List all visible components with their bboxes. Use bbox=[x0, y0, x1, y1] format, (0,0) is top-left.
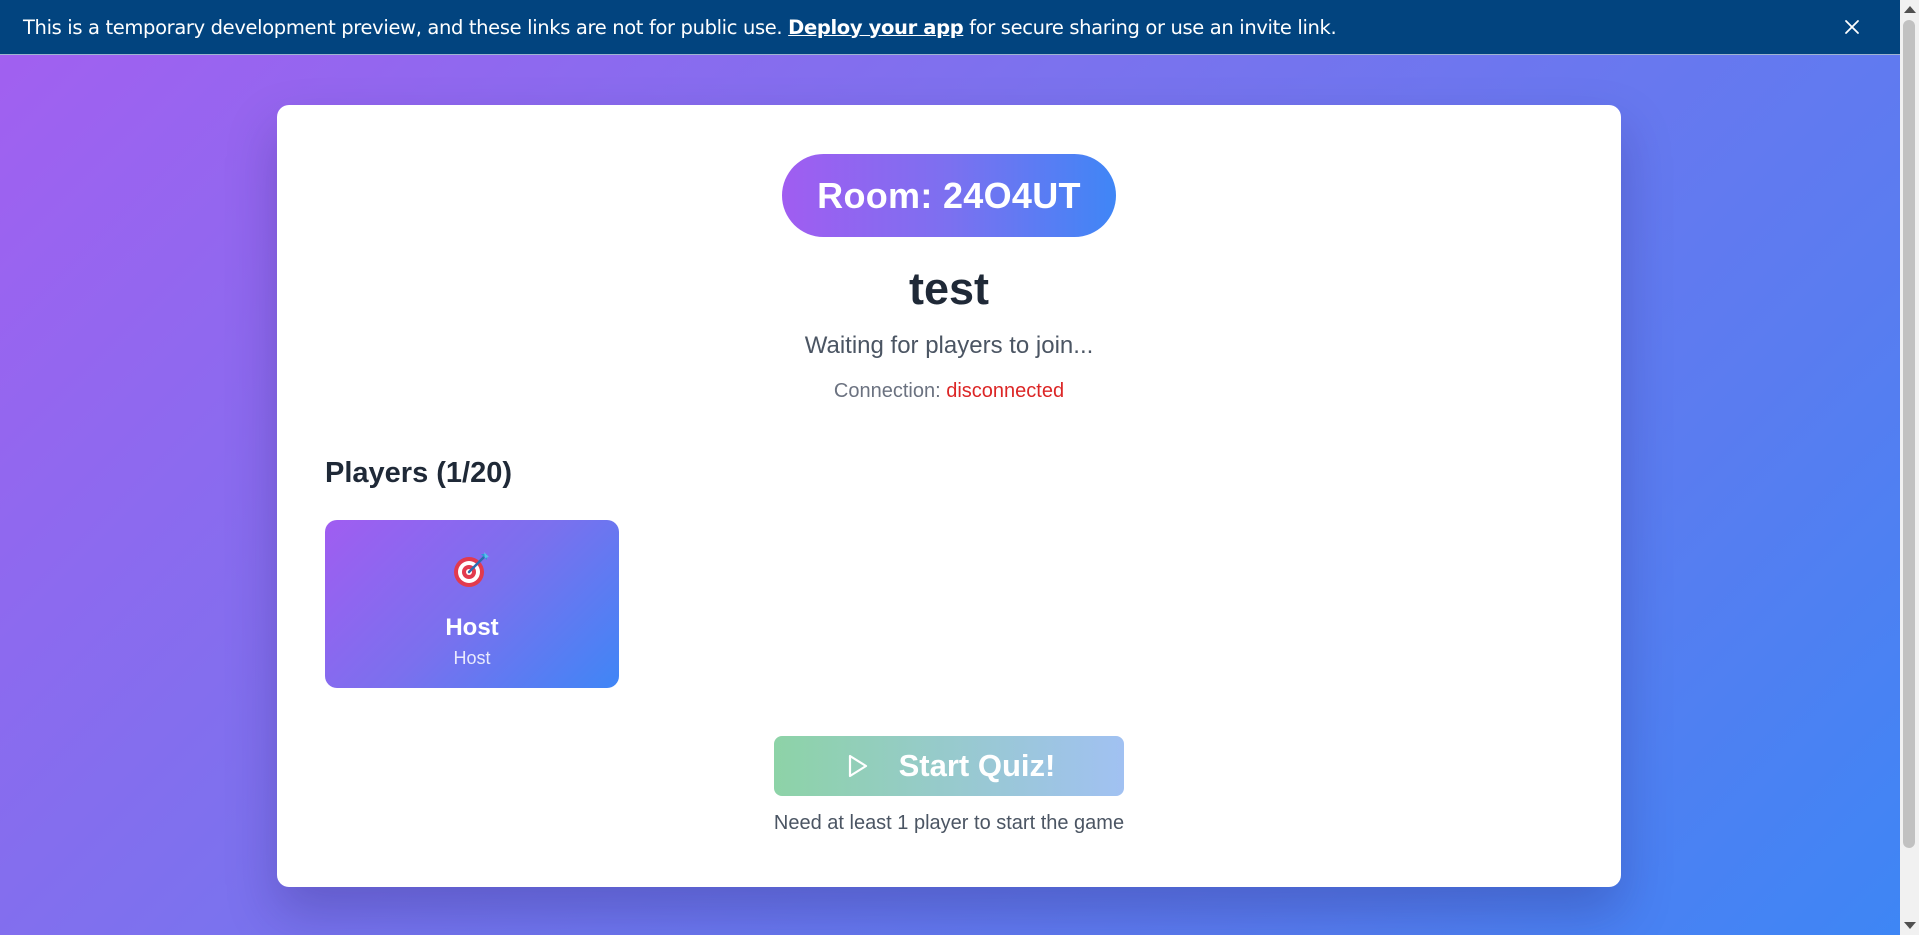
scroll-up-arrow-icon[interactable] bbox=[1904, 6, 1916, 13]
page-scrollbar[interactable] bbox=[1900, 0, 1919, 935]
banner-text-before: This is a temporary development preview,… bbox=[23, 15, 789, 39]
quiz-title: test bbox=[908, 263, 990, 314]
player-role: Host bbox=[453, 648, 491, 668]
scrollbar-thumb[interactable] bbox=[1903, 20, 1915, 848]
start-requirement-hint: Need at least 1 player to start the game bbox=[773, 812, 1125, 834]
banner-text-after: for secure sharing or use an invite link… bbox=[963, 15, 1337, 39]
banner-close-button[interactable] bbox=[1836, 11, 1868, 43]
start-quiz-button[interactable]: Start Quiz! bbox=[774, 736, 1124, 796]
connection-label: Connection: bbox=[833, 380, 947, 402]
connection-state: disconnected bbox=[946, 380, 1065, 402]
player-name: Host bbox=[445, 614, 499, 641]
close-icon bbox=[1845, 20, 1859, 34]
dart-target-icon bbox=[454, 552, 489, 587]
player-card: Host Host bbox=[325, 520, 619, 688]
scroll-down-arrow-icon[interactable] bbox=[1904, 922, 1916, 929]
waiting-status: Waiting for players to join... bbox=[804, 332, 1094, 359]
deploy-app-link[interactable]: Deploy your app bbox=[788, 16, 964, 39]
room-code-badge: Room: 24O4UT bbox=[782, 154, 1116, 237]
players-heading: Players (1/20) bbox=[325, 457, 513, 489]
dev-preview-banner: This is a temporary development preview,… bbox=[0, 0, 1900, 55]
connection-status: Connection: disconnected bbox=[277, 380, 1621, 403]
play-icon bbox=[848, 754, 867, 778]
lobby-card: Room: 24O4UT test Waiting for players to… bbox=[277, 105, 1621, 887]
start-quiz-label: Start Quiz! bbox=[898, 748, 1056, 783]
